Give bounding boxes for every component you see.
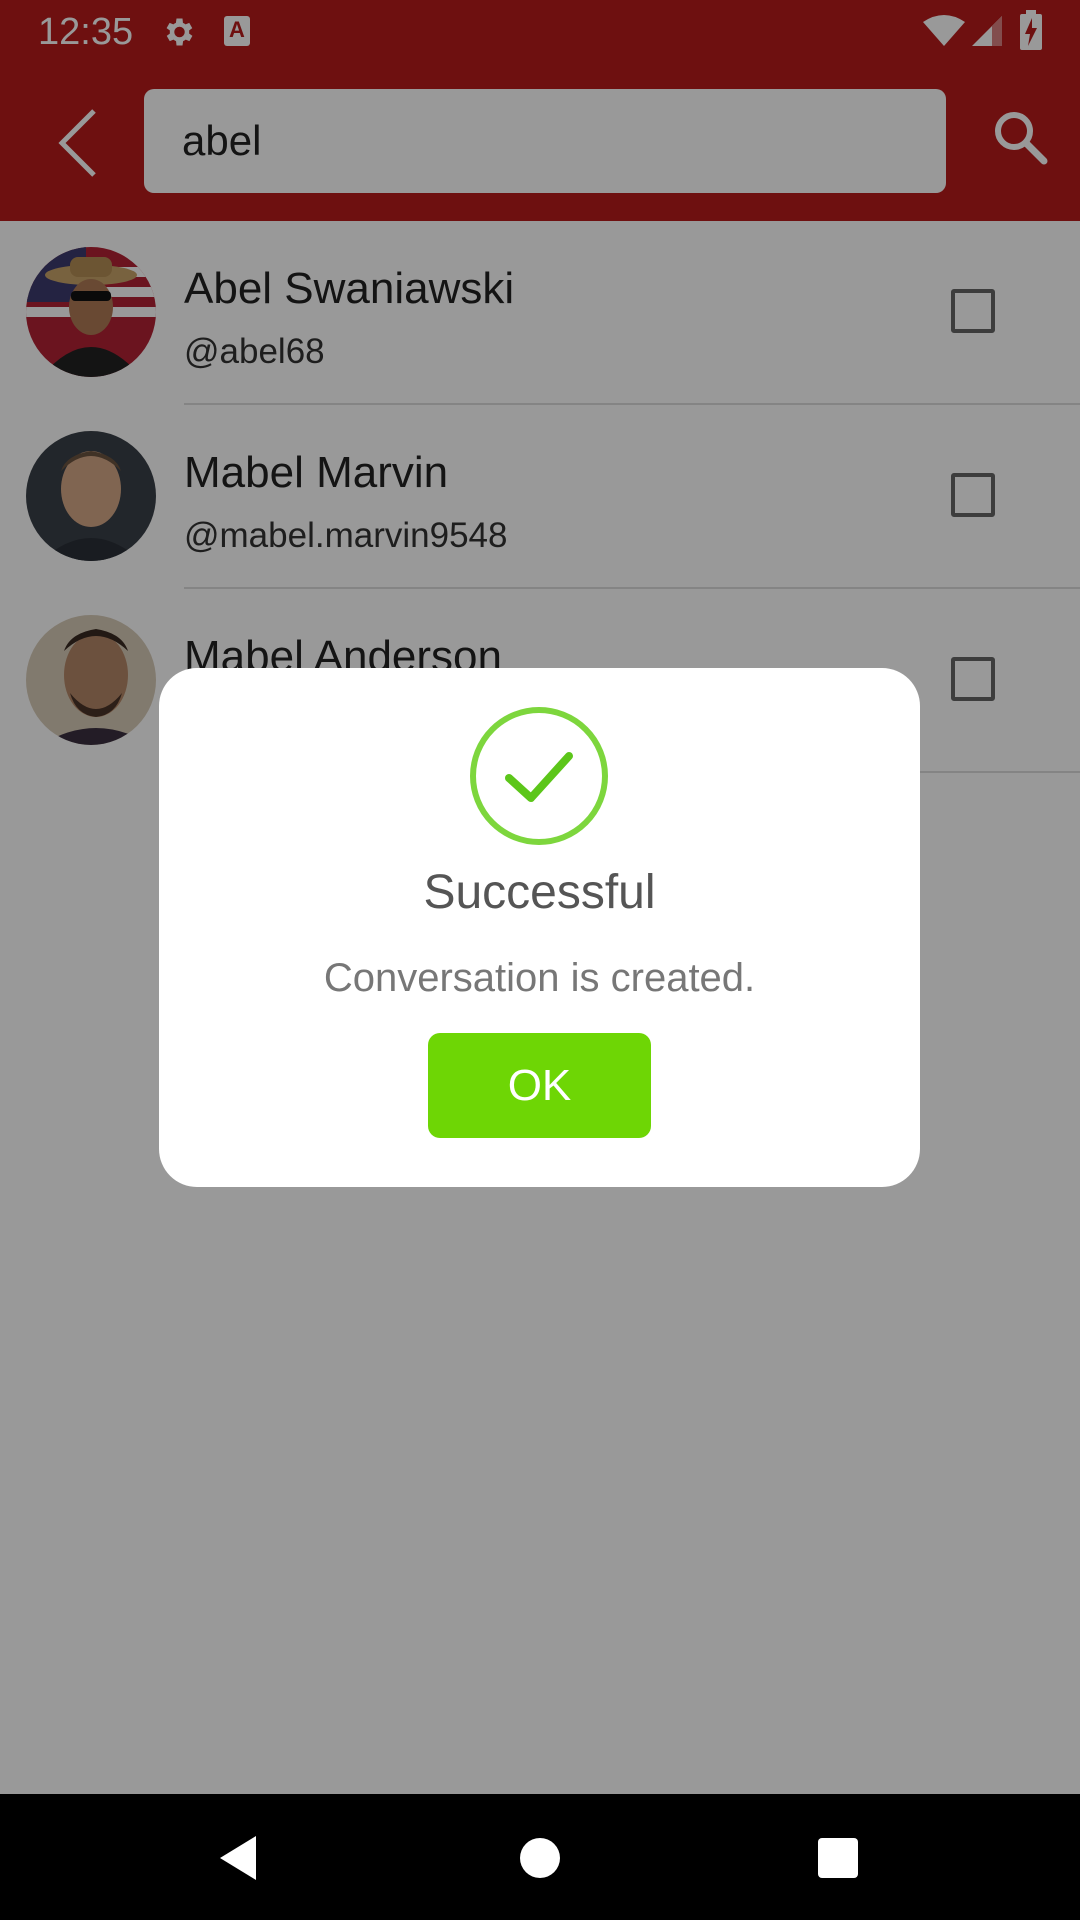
success-dialog: Successful Conversation is created. OK	[159, 668, 920, 1187]
ok-button[interactable]: OK	[428, 1033, 651, 1138]
dialog-message: Conversation is created.	[323, 956, 756, 1000]
square-recents-icon[interactable]	[818, 1838, 858, 1878]
circle-home-icon[interactable]	[520, 1838, 560, 1878]
system-nav-bar	[0, 1794, 1080, 1920]
check-circle-icon	[470, 707, 608, 845]
dialog-title: Successful	[423, 866, 656, 919]
triangle-back-icon[interactable]	[216, 1834, 260, 1882]
